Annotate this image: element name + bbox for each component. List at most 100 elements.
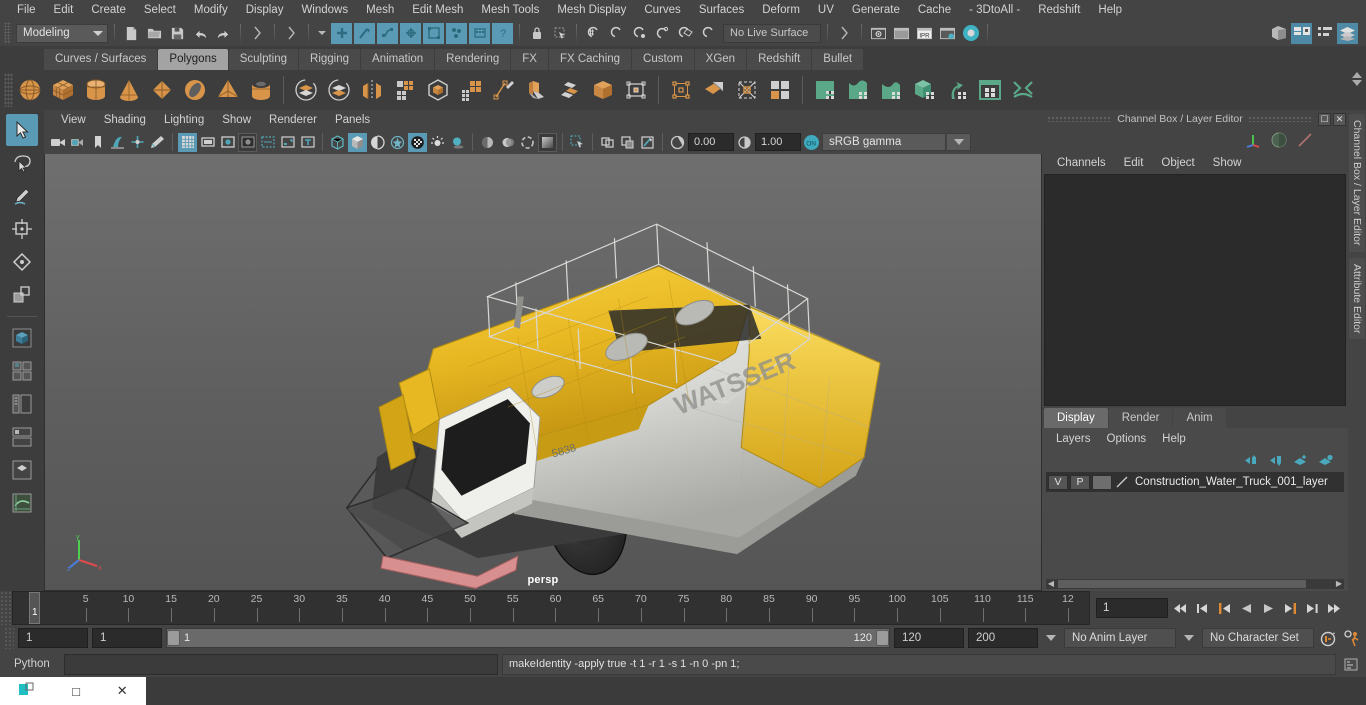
shelf-scroll-up-icon[interactable] — [1352, 72, 1362, 78]
isolate-select-icon[interactable] — [568, 133, 587, 152]
gamma-icon[interactable] — [735, 133, 754, 152]
shade-wireframe-icon[interactable] — [368, 133, 387, 152]
range-slider-left-handle[interactable] — [167, 630, 180, 646]
hypershade-icon[interactable] — [960, 23, 981, 44]
menu-deform[interactable]: Deform — [753, 0, 809, 20]
layer-name[interactable]: Construction_Water_Truck_001_layer — [1135, 476, 1328, 488]
wireframe-shading-icon[interactable] — [328, 133, 347, 152]
vtab-channel-box-layer-editor[interactable]: Channel Box / Layer Editor — [1349, 114, 1365, 252]
smooth-shade-all-icon[interactable] — [348, 132, 367, 152]
command-language-label[interactable]: Python — [4, 658, 60, 670]
layer-visibility-toggle[interactable]: V — [1048, 474, 1068, 490]
shelf-tab-bullet[interactable]: Bullet — [812, 49, 864, 70]
persp-outliner-layout-icon[interactable] — [6, 454, 38, 486]
render-settings-icon[interactable] — [937, 23, 958, 44]
app-icon[interactable] — [18, 682, 35, 700]
xray-icon[interactable] — [598, 133, 617, 152]
manipulator-axis-icon[interactable] — [1244, 132, 1262, 148]
save-scene-icon[interactable] — [167, 23, 188, 44]
xray-active-components-icon[interactable] — [638, 133, 657, 152]
menu-redshift[interactable]: Redshift — [1029, 0, 1089, 20]
construction-water-truck-model[interactable]: WATSSER 5838 — [45, 154, 1041, 590]
character-set-dropdown-icon[interactable] — [1184, 635, 1194, 641]
reduce-icon[interactable] — [455, 74, 487, 106]
sculpt-curve-icon[interactable] — [875, 74, 907, 106]
single-perspective-layout-icon[interactable] — [6, 322, 38, 354]
close-button[interactable]: ✕ — [117, 683, 128, 699]
exposure-value-field[interactable]: 0.00 — [688, 133, 734, 151]
layer-display-type-toggle[interactable] — [1092, 474, 1112, 490]
field-chart-icon[interactable] — [258, 133, 277, 152]
viewport-menu-renderer[interactable]: Renderer — [260, 110, 326, 130]
shelf-grip[interactable] — [4, 73, 13, 107]
poly-cylinder-icon[interactable] — [80, 74, 112, 106]
color-transform-dropdown-icon[interactable] — [947, 133, 971, 151]
channel-box-menu-channels[interactable]: Channels — [1048, 152, 1115, 174]
shelf-tab-custom[interactable]: Custom — [632, 49, 694, 70]
color-management-toggle-icon[interactable]: ON — [802, 133, 821, 152]
menu-mesh-display[interactable]: Mesh Display — [548, 0, 635, 20]
four-view-layout-icon[interactable] — [6, 355, 38, 387]
layer-menu-layers[interactable]: Layers — [1048, 428, 1099, 450]
two-d-pan-zoom-icon[interactable] — [128, 133, 147, 152]
minimize-button[interactable]: □ — [72, 684, 80, 699]
open-scene-icon[interactable] — [144, 23, 165, 44]
viewport-menu-panels[interactable]: Panels — [326, 110, 379, 130]
go-to-start-icon[interactable] — [1170, 598, 1190, 618]
mirror-geometry-icon[interactable] — [356, 74, 388, 106]
shelf-tab-polygons[interactable]: Polygons — [158, 49, 228, 70]
tool-settings-panel-icon[interactable] — [1314, 23, 1335, 44]
dock-drag-dots-left[interactable] — [1047, 116, 1113, 122]
shelf-scroll-down-icon[interactable] — [1352, 80, 1362, 86]
bookmark-icon[interactable] — [88, 133, 107, 152]
shelf-tab-curves-surfaces[interactable]: Curves / Surfaces — [44, 49, 158, 70]
multisample-aa-icon[interactable] — [518, 133, 537, 152]
persp-viewport[interactable]: WATSSER 5838 y x z persp — [44, 154, 1042, 591]
layer-list-horizontal-scrollbar[interactable]: ◀ ▶ — [1046, 579, 1344, 589]
shelf-scroll-arrows[interactable] — [1352, 72, 1362, 86]
ipr-render-icon[interactable]: IPR — [914, 23, 935, 44]
menu-3dtoall[interactable]: - 3DtoAll - — [960, 0, 1029, 20]
go-to-end-icon[interactable] — [1324, 598, 1344, 618]
channel-box-panel-icon[interactable] — [1337, 22, 1358, 44]
make-live-icon[interactable] — [698, 23, 719, 44]
color-transform-field[interactable]: sRGB gamma — [822, 133, 946, 151]
layer-tab-display[interactable]: Display — [1044, 408, 1108, 428]
sculpt-surface-icon[interactable] — [842, 74, 874, 106]
smooth-icon[interactable] — [389, 74, 421, 106]
grid-toggle-icon[interactable] — [178, 132, 197, 152]
poly-cone-icon[interactable] — [113, 74, 145, 106]
poly-plane-icon[interactable] — [146, 74, 178, 106]
script-editor-icon[interactable] — [1340, 654, 1362, 675]
menu-display[interactable]: Display — [237, 0, 293, 20]
layer-menu-help[interactable]: Help — [1154, 428, 1194, 450]
hypershade-layout-icon[interactable] — [6, 421, 38, 453]
snap-point-icon[interactable] — [629, 23, 650, 44]
camera-attributes-icon[interactable] — [68, 133, 87, 152]
layer-color-swatch-icon[interactable] — [1114, 474, 1130, 490]
scroll-right-arrow-icon[interactable]: ▶ — [1334, 579, 1344, 589]
menu-file[interactable]: File — [8, 0, 45, 20]
dock-drag-dots-right[interactable] — [1247, 116, 1313, 122]
separate-icon[interactable] — [323, 74, 355, 106]
layer-menu-options[interactable]: Options — [1099, 428, 1155, 450]
range-slider-grip[interactable] — [4, 627, 14, 649]
auto-keyframe-toggle-icon[interactable] — [1318, 628, 1338, 648]
create-polygon-tool-icon[interactable] — [488, 74, 520, 106]
channel-box-menu-object[interactable]: Object — [1152, 152, 1203, 174]
shelf-tab-fx[interactable]: FX — [511, 49, 548, 70]
step-back-frame-icon[interactable] — [1192, 598, 1212, 618]
anim-layer-dropdown-icon[interactable] — [1046, 635, 1056, 641]
sculpt-window-icon[interactable] — [974, 74, 1006, 106]
poly-cube-icon[interactable] — [47, 74, 79, 106]
uv-planar-map-icon[interactable] — [698, 74, 730, 106]
shelf-tab-sculpting[interactable]: Sculpting — [228, 49, 299, 70]
poly-sphere-icon[interactable] — [14, 74, 46, 106]
gate-mask-icon[interactable] — [238, 132, 257, 152]
live-surface-field[interactable]: No Live Surface — [723, 23, 821, 43]
status-line-grip[interactable] — [4, 22, 11, 44]
undock-button[interactable]: ☐ — [1318, 112, 1331, 126]
move-layer-up-icon[interactable] — [1243, 454, 1259, 467]
shadow-toggle-icon[interactable] — [448, 133, 467, 152]
shelf-tab-fx-caching[interactable]: FX Caching — [548, 49, 632, 70]
